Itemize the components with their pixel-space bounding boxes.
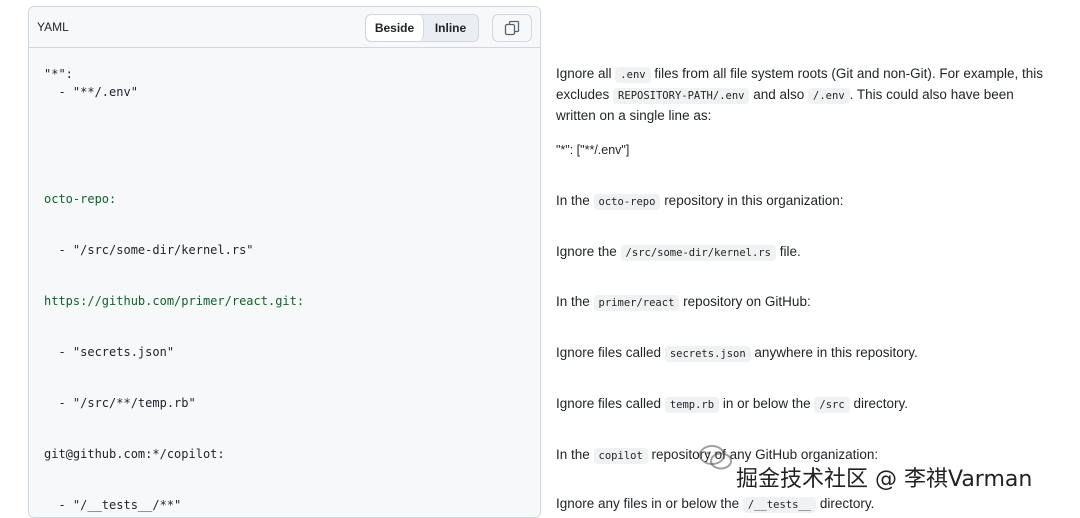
text: Ignore files called xyxy=(556,396,665,411)
inline-code: /.env xyxy=(808,88,850,104)
description-6: Ignore files called temp.rb in or below … xyxy=(556,394,908,415)
code-line: - "/__tests__/**" xyxy=(44,498,182,512)
inline-code: /src/some-dir/kernel.rs xyxy=(620,245,776,261)
inline-code: secrets.json xyxy=(664,346,751,362)
inline-code: /src xyxy=(814,397,850,413)
inline-code: octo-repo xyxy=(593,194,661,210)
text: Ignore files called xyxy=(556,345,665,360)
text: repository in this organization: xyxy=(660,193,844,208)
text: In the xyxy=(556,294,594,309)
inline-code: .env xyxy=(615,67,651,83)
description-1: Ignore all .env files from all file syst… xyxy=(556,64,1056,126)
language-label: YAML xyxy=(37,20,69,34)
view-toggle: Beside Inline xyxy=(365,14,479,42)
code-body: "*": - "**/.env" octo-repo: - "/src/some… xyxy=(29,48,540,517)
inline-code: primer/react xyxy=(593,295,680,311)
code-panel: YAML Beside Inline "*": - "**/.env" octo… xyxy=(28,6,541,518)
description-4: In the primer/react repository on GitHub… xyxy=(556,292,811,313)
text: In the xyxy=(556,193,594,208)
description-5: Ignore files called secrets.json anywher… xyxy=(556,343,918,364)
copy-icon xyxy=(504,20,520,36)
code-line: "*": xyxy=(44,67,73,81)
text: directory. xyxy=(849,396,908,411)
description-8: Ignore any files in or below the /__test… xyxy=(556,494,874,515)
text: file. xyxy=(775,244,801,259)
copy-button[interactable] xyxy=(492,14,532,42)
text: directory. xyxy=(816,496,875,511)
code-line: git@github.com:*/copilot: xyxy=(44,447,225,461)
code-line: - "/src/some-dir/kernel.rs" xyxy=(44,243,254,257)
text: anywhere in this repository. xyxy=(750,345,918,360)
code-line: https://github.com/primer/react.git: xyxy=(44,294,305,308)
code-line: - "/src/**/temp.rb" xyxy=(44,396,196,410)
text: In the xyxy=(556,447,594,462)
inline-code: temp.rb xyxy=(664,397,720,413)
description-1b: "*": ["**/.env"] xyxy=(556,143,630,157)
beside-view-button[interactable]: Beside xyxy=(366,15,424,41)
text: repository of any GitHub organization: xyxy=(647,447,879,462)
text: repository on GitHub: xyxy=(679,294,811,309)
inline-code: copilot xyxy=(593,448,648,464)
description-2: In the octo-repo repository in this orga… xyxy=(556,191,844,212)
code-line: octo-repo: xyxy=(44,192,117,206)
description-3: Ignore the /src/some-dir/kernel.rs file. xyxy=(556,242,801,263)
code-line: - "**/.env" xyxy=(44,85,138,99)
code-panel-header: YAML Beside Inline xyxy=(29,7,540,48)
inline-code: REPOSITORY-PATH/.env xyxy=(613,88,750,104)
inline-view-button[interactable]: Inline xyxy=(424,15,477,41)
text: Ignore any files in or below the xyxy=(556,496,743,511)
code-line: - "secrets.json" xyxy=(44,345,175,359)
text: Ignore the xyxy=(556,244,621,259)
text: and also xyxy=(749,87,809,102)
description-7: In the copilot repository of any GitHub … xyxy=(556,445,878,466)
inline-code: /__tests__ xyxy=(742,497,817,513)
text: in or below the xyxy=(719,396,815,411)
text: Ignore all xyxy=(556,66,616,81)
